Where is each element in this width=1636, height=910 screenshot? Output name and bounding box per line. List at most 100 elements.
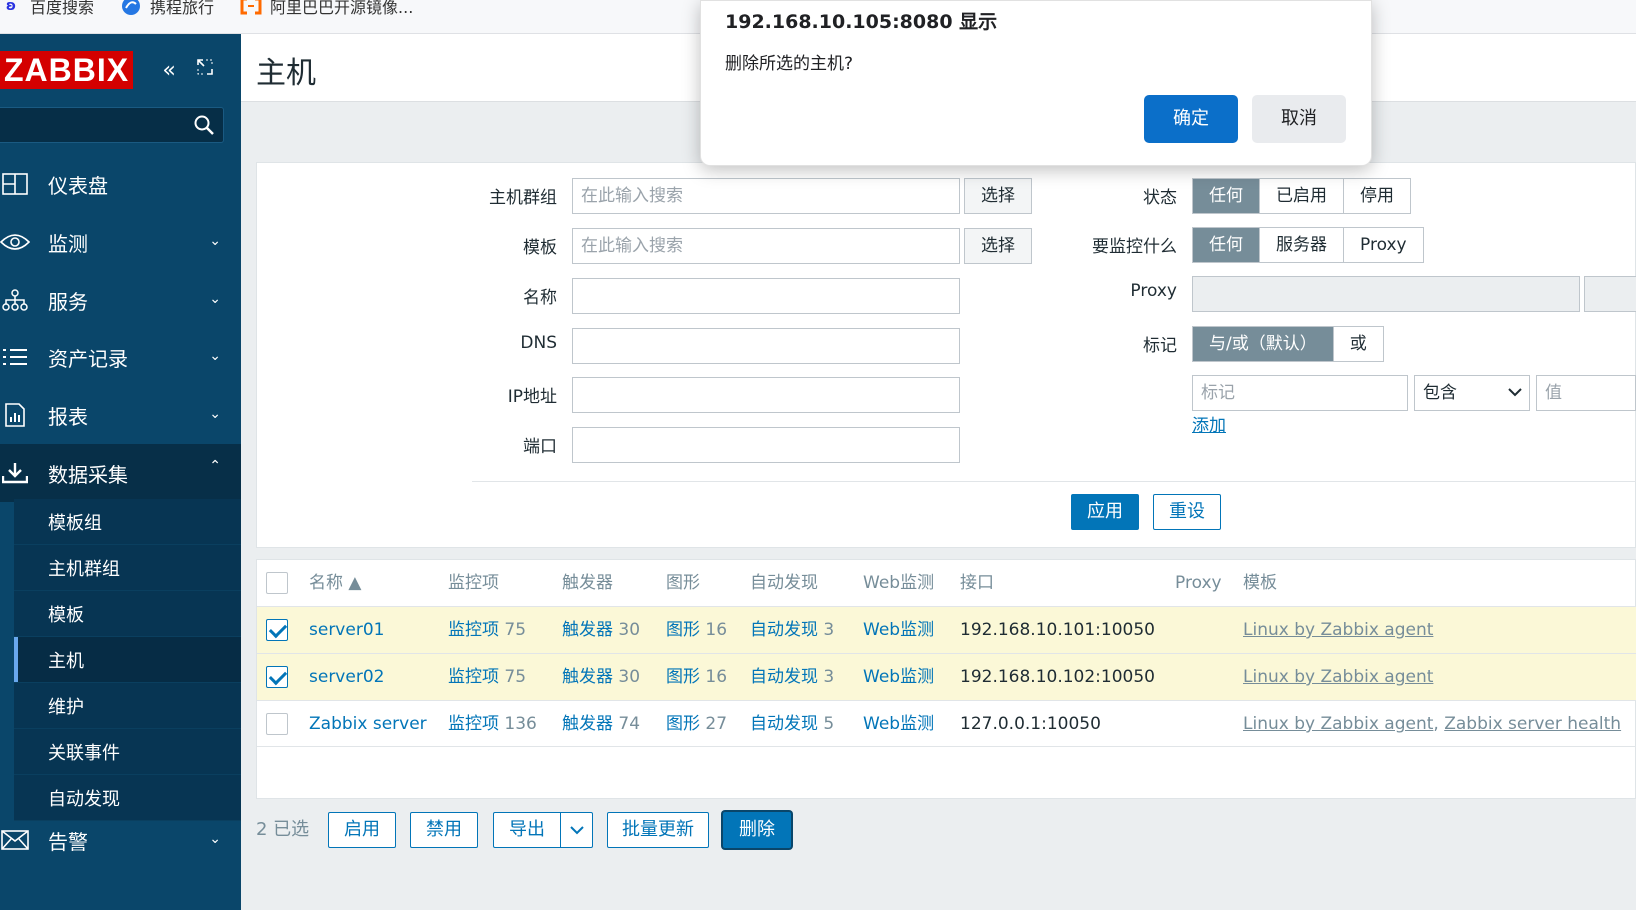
select-all-checkbox[interactable] — [266, 572, 288, 594]
status-label: 状态 — [1143, 188, 1177, 208]
name-label: 名称 — [523, 288, 557, 308]
host-name-link[interactable]: Zabbix server — [309, 701, 427, 748]
mass-update-button[interactable]: 批量更新 — [607, 812, 709, 848]
port-input[interactable] — [572, 427, 960, 463]
graphs-link[interactable]: 图形 16 — [666, 607, 727, 654]
discovery-link[interactable]: 自动发现 5 — [750, 701, 834, 748]
report-icon — [0, 403, 30, 427]
host-group-input[interactable]: 在此输入搜索 — [572, 178, 960, 214]
kiosk-mode-icon[interactable] — [193, 57, 217, 83]
sidebar-item-reports[interactable]: 报表 ⌄ — [0, 386, 241, 444]
submenu-data-collection: 模板组 主机群组 模板 主机 维护 关联事件 自动发现 — [14, 499, 241, 821]
discovery-link[interactable]: 自动发现 3 — [750, 607, 834, 654]
row-checkbox[interactable] — [266, 619, 288, 641]
sidebar-item-dashboard[interactable]: 仪表盘 — [0, 155, 241, 213]
column-header-items: 监控项 — [448, 573, 499, 593]
column-header-graphs: 图形 — [666, 573, 700, 593]
enable-button[interactable]: 启用 — [328, 812, 396, 848]
triggers-link[interactable]: 触发器 30 — [562, 607, 640, 654]
template-link[interactable]: Zabbix server health — [1444, 714, 1621, 734]
submenu-item-template-groups[interactable]: 模板组 — [14, 499, 241, 545]
proxy-select-button — [1584, 276, 1636, 312]
tag-operator-select[interactable]: 包含 — [1414, 375, 1530, 411]
confirm-ok-button[interactable]: 确定 — [1144, 95, 1238, 143]
submenu-item-host-groups[interactable]: 主机群组 — [14, 545, 241, 591]
sidebar-item-monitoring[interactable]: 监测 ⌄ — [0, 213, 241, 271]
sidebar-item-alerts[interactable]: 告警 ⌄ — [0, 811, 241, 869]
items-link[interactable]: 监控项 75 — [448, 607, 526, 654]
reset-button[interactable]: 重设 — [1153, 494, 1221, 530]
bookmark-aliyun[interactable]: 阿里巴巴开源镜像... — [240, 0, 413, 23]
host-group-select-button[interactable]: 选择 — [964, 178, 1032, 214]
web-link[interactable]: Web监测 — [863, 701, 934, 748]
status-enabled-option[interactable]: 已启用 — [1260, 179, 1344, 213]
items-link[interactable]: 监控项 75 — [448, 654, 526, 701]
tag-operator-value: 包含 — [1423, 383, 1457, 403]
submenu-item-maintenance[interactable]: 维护 — [14, 683, 241, 729]
row-checkbox[interactable] — [266, 666, 288, 688]
submenu-item-templates[interactable]: 模板 — [14, 591, 241, 637]
sidebar-item-data-collection[interactable]: 数据采集 ⌃ — [0, 444, 241, 502]
bookmark-baidu[interactable]: ʚ 百度搜索 — [0, 0, 94, 23]
web-link[interactable]: Web监测 — [863, 654, 934, 701]
discovery-link[interactable]: 自动发现 3 — [750, 654, 834, 701]
items-link-label: 监控项 — [448, 667, 499, 687]
sidebar-item-services[interactable]: 服务 ⌄ — [0, 271, 241, 329]
envelope-icon — [0, 830, 30, 850]
template-link[interactable]: Linux by Zabbix agent — [1243, 714, 1433, 734]
monitored-proxy-option[interactable]: Proxy — [1344, 228, 1423, 262]
status-disabled-option[interactable]: 停用 — [1344, 179, 1410, 213]
sidebar-item-inventory[interactable]: 资产记录 ⌄ — [0, 328, 241, 386]
template-link[interactable]: Linux by Zabbix agent — [1243, 607, 1433, 654]
host-name-link[interactable]: server01 — [309, 607, 384, 654]
web-link[interactable]: Web监测 — [863, 607, 934, 654]
sidebar-search-input[interactable] — [0, 107, 224, 143]
column-header-proxy: Proxy — [1175, 573, 1222, 593]
collapse-sidebar-icon[interactable]: « — [157, 58, 181, 83]
confirm-cancel-button[interactable]: 取消 — [1252, 95, 1346, 143]
bookmark-ctrip[interactable]: 携程旅行 — [120, 0, 214, 23]
submenu-item-hosts[interactable]: 主机 — [14, 637, 241, 683]
add-tag-link[interactable]: 添加 — [1192, 409, 1226, 443]
status-segmented: 任何 已启用 停用 — [1192, 178, 1411, 214]
tags-or-option[interactable]: 或 — [1333, 327, 1383, 361]
apply-button[interactable]: 应用 — [1071, 494, 1139, 530]
items-link-label: 监控项 — [448, 620, 499, 640]
zabbix-logo[interactable]: ZABBIX — [0, 51, 134, 89]
discovery-count: 3 — [823, 667, 835, 687]
host-name-link[interactable]: server02 — [309, 654, 384, 701]
disable-button[interactable]: 禁用 — [410, 812, 478, 848]
name-input[interactable] — [572, 278, 960, 314]
delete-button[interactable]: 删除 — [723, 812, 791, 848]
graphs-link-label: 图形 — [666, 620, 700, 640]
status-any-option[interactable]: 任何 — [1193, 179, 1260, 213]
baidu-paw-icon: ʚ — [5, 0, 17, 14]
monitored-server-option[interactable]: 服务器 — [1260, 228, 1344, 262]
triggers-link[interactable]: 触发器 30 — [562, 654, 640, 701]
row-checkbox[interactable] — [266, 713, 288, 735]
items-count: 75 — [504, 620, 527, 640]
port-label: 端口 — [523, 437, 557, 457]
monitored-any-option[interactable]: 任何 — [1193, 228, 1260, 262]
column-header-name[interactable]: 名称 ▲ — [309, 560, 361, 606]
template-select-button[interactable]: 选择 — [964, 228, 1032, 264]
tags-and-or-option[interactable]: 与/或（默认） — [1193, 327, 1334, 361]
tag-value-input[interactable]: 值 — [1536, 375, 1636, 411]
triggers-count: 30 — [618, 667, 641, 687]
template-separator: , — [1433, 714, 1445, 734]
items-link[interactable]: 监控项 136 — [448, 701, 537, 748]
export-button[interactable]: 导出 — [493, 812, 561, 848]
dns-input[interactable] — [572, 328, 960, 364]
export-dropdown-button[interactable] — [560, 812, 593, 848]
table-row: server01 监控项 75 触发器 30 图形 16 自动发现 3 Web监… — [257, 606, 1636, 653]
submenu-item-event-correlation[interactable]: 关联事件 — [14, 729, 241, 775]
template-input[interactable]: 在此输入搜索 — [572, 228, 960, 264]
logo-row: ZABBIX « — [0, 34, 241, 106]
triggers-link[interactable]: 触发器 74 — [562, 701, 640, 748]
template-link[interactable]: Linux by Zabbix agent — [1243, 654, 1433, 701]
ip-input[interactable] — [572, 377, 960, 413]
graphs-link[interactable]: 图形 16 — [666, 654, 727, 701]
graphs-link[interactable]: 图形 27 — [666, 701, 727, 748]
search-icon[interactable] — [193, 114, 215, 136]
tag-name-input[interactable]: 标记 — [1192, 375, 1408, 411]
